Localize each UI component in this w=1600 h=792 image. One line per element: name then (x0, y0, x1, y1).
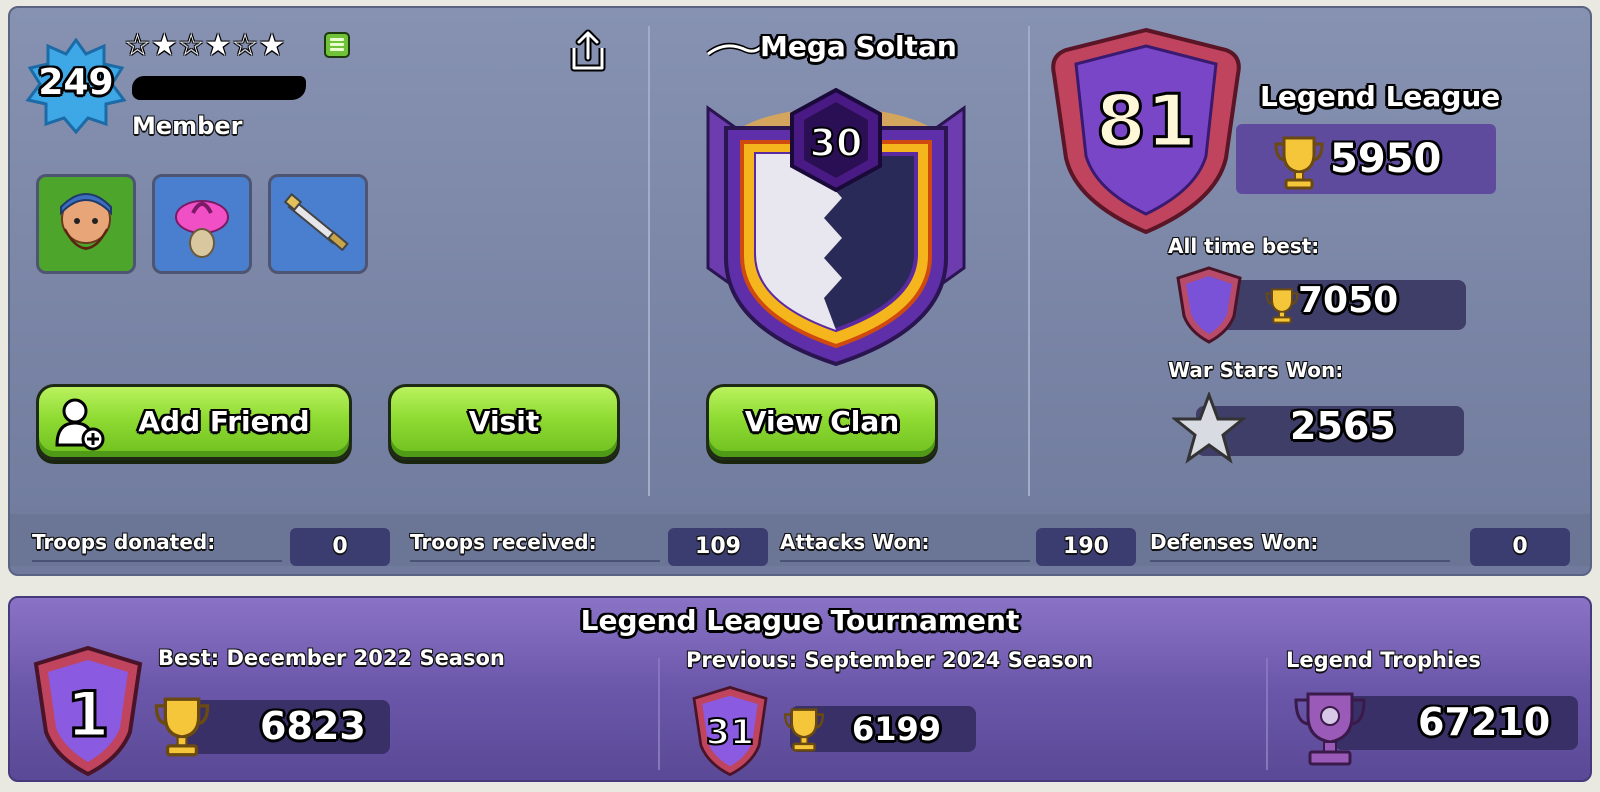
divider (1028, 26, 1030, 496)
view-clan-button[interactable]: View Clan (706, 384, 938, 460)
tournament-title: Legend League Tournament (580, 604, 1020, 637)
legend-trophy-icon (1294, 692, 1366, 766)
current-trophies: 5950 (1330, 136, 1442, 182)
builder-hero-icon (60, 193, 112, 251)
war-stars-value: 2565 (1290, 404, 1396, 448)
all-time-best-trophies: 7050 (1298, 280, 1399, 321)
sword-icon (283, 192, 349, 252)
defenses-won-label: Defenses Won: (1150, 530, 1450, 562)
clan-role: Member (132, 112, 243, 140)
previous-rank-shield-icon: 31 (692, 686, 768, 776)
best-season-label: Best: December 2022 Season (158, 646, 505, 670)
trophy-icon (1265, 288, 1299, 324)
divider (658, 658, 660, 770)
defenses-won-value: 0 (1470, 528, 1570, 566)
rating-stars: ☆★☆★☆★ (124, 28, 286, 63)
legend-trophies-value: 67210 (1418, 700, 1551, 744)
pink-mushroom-icon (175, 200, 229, 258)
divider (1266, 658, 1268, 770)
trophy-icon (1274, 136, 1324, 190)
equipment-slot[interactable] (268, 174, 368, 274)
previous-rank: 31 (706, 713, 754, 753)
league-rank: 81 (1096, 79, 1196, 163)
attacks-won-label: Attacks Won: (780, 530, 1030, 562)
add-friend-button[interactable]: Add Friend (36, 384, 352, 460)
legend-league-shield-icon: 81 (1051, 27, 1241, 235)
legend-shield-icon (1176, 266, 1242, 344)
menu-icon[interactable] (324, 32, 350, 58)
troops-donated-value: 0 (290, 528, 390, 566)
visit-button[interactable]: Visit (388, 384, 620, 460)
divider (648, 26, 650, 496)
add-friend-label: Add Friend (138, 405, 310, 438)
trophy-icon (784, 708, 824, 752)
league-name: Legend League (1260, 80, 1501, 113)
troops-received-value: 109 (668, 528, 768, 566)
previous-season-label: Previous: September 2024 Season (686, 648, 1094, 672)
level-value: 249 (38, 62, 114, 103)
previous-trophies: 6199 (852, 710, 942, 748)
hero-skin-slot[interactable] (36, 174, 136, 274)
pet-skin-slot[interactable] (152, 174, 252, 274)
best-rank: 1 (66, 678, 109, 751)
redacted-player-name (132, 76, 306, 100)
best-rank-shield-icon: 1 (33, 646, 143, 776)
clan-badge-icon[interactable]: 30 (696, 88, 976, 368)
experience-level-badge: 249 (24, 37, 128, 135)
troops-received-label: Troops received: (410, 530, 660, 562)
best-trophies: 6823 (260, 704, 366, 748)
visit-label: Visit (468, 405, 540, 438)
trophy-icon (154, 697, 210, 757)
war-stars-label: War Stars Won: (1168, 358, 1344, 382)
war-star-icon (1172, 392, 1246, 464)
view-clan-label: View Clan (744, 405, 900, 438)
clan-name: Mega Soltan (760, 30, 957, 63)
troops-donated-label: Troops donated: (32, 530, 282, 562)
all-time-best-label: All time best: (1168, 234, 1320, 258)
clan-level: 30 (810, 121, 863, 165)
attacks-won-value: 190 (1036, 528, 1136, 566)
legend-trophies-label: Legend Trophies (1286, 648, 1481, 672)
share-icon[interactable] (568, 28, 608, 74)
